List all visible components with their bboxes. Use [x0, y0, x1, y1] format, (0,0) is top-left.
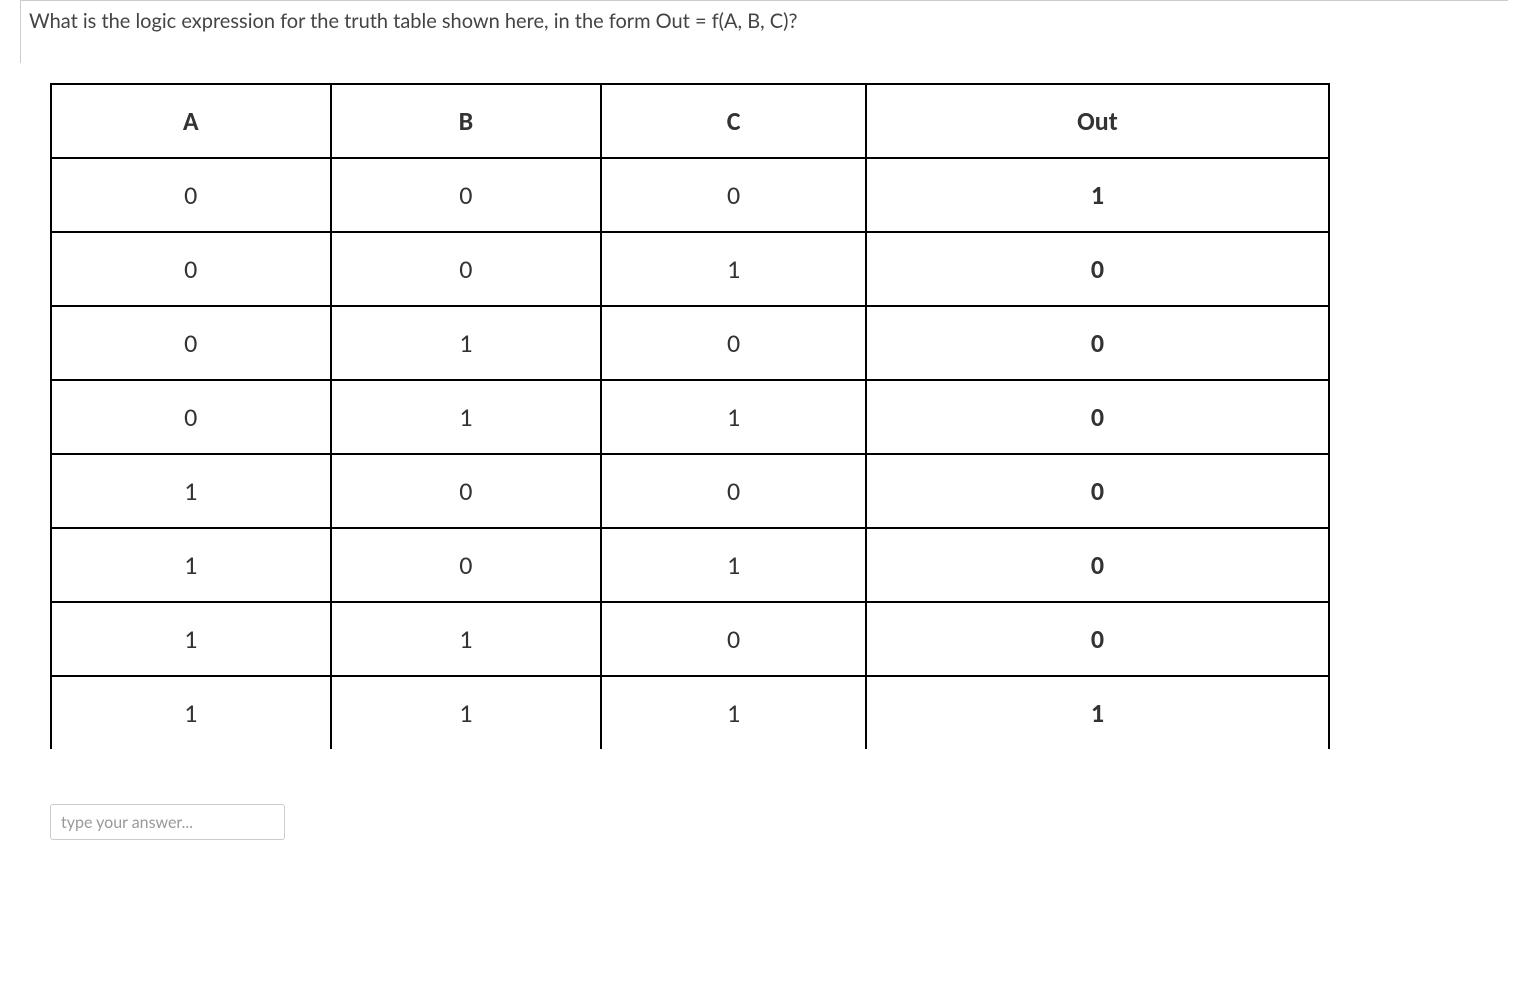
cell-a: 1	[51, 676, 331, 749]
table-row: 1 0 1 0	[51, 528, 1329, 602]
table-row: 0 1 1 0	[51, 380, 1329, 454]
cell-a: 0	[51, 158, 331, 232]
table-row: 0 0 1 0	[51, 232, 1329, 306]
cell-c: 0	[601, 602, 866, 676]
cell-c: 0	[601, 158, 866, 232]
table-row: 0 1 0 0	[51, 306, 1329, 380]
cell-a: 0	[51, 380, 331, 454]
cell-b: 1	[331, 306, 602, 380]
cell-c: 1	[601, 676, 866, 749]
cell-a: 1	[51, 602, 331, 676]
cell-c: 0	[601, 306, 866, 380]
cell-c: 1	[601, 528, 866, 602]
truth-table: A B C Out 0 0 0 1 0 0 1 0	[50, 83, 1330, 749]
cell-c: 1	[601, 380, 866, 454]
cell-c: 0	[601, 454, 866, 528]
cell-out: 0	[866, 454, 1329, 528]
cell-out: 0	[866, 528, 1329, 602]
cell-b: 0	[331, 158, 602, 232]
cell-a: 0	[51, 232, 331, 306]
cell-a: 0	[51, 306, 331, 380]
cell-out: 1	[866, 158, 1329, 232]
table-row: 0 0 0 1	[51, 158, 1329, 232]
cell-out: 0	[866, 232, 1329, 306]
cell-b: 1	[331, 676, 602, 749]
header-a: A	[51, 84, 331, 158]
cell-a: 1	[51, 454, 331, 528]
answer-input[interactable]	[50, 804, 285, 840]
table-row: 1 1 1 1	[51, 676, 1329, 749]
cell-b: 0	[331, 528, 602, 602]
header-c: C	[601, 84, 866, 158]
cell-out: 1	[866, 676, 1329, 749]
cell-out: 0	[866, 602, 1329, 676]
cell-b: 0	[331, 454, 602, 528]
header-out: Out	[866, 84, 1329, 158]
cell-out: 0	[866, 380, 1329, 454]
table-header-row: A B C Out	[51, 84, 1329, 158]
question-text: What is the logic expression for the tru…	[20, 0, 1508, 63]
cell-b: 1	[331, 602, 602, 676]
table-row: 1 1 0 0	[51, 602, 1329, 676]
cell-b: 1	[331, 380, 602, 454]
table-row: 1 0 0 0	[51, 454, 1329, 528]
cell-a: 1	[51, 528, 331, 602]
cell-b: 0	[331, 232, 602, 306]
cell-c: 1	[601, 232, 866, 306]
cell-out: 0	[866, 306, 1329, 380]
header-b: B	[331, 84, 602, 158]
